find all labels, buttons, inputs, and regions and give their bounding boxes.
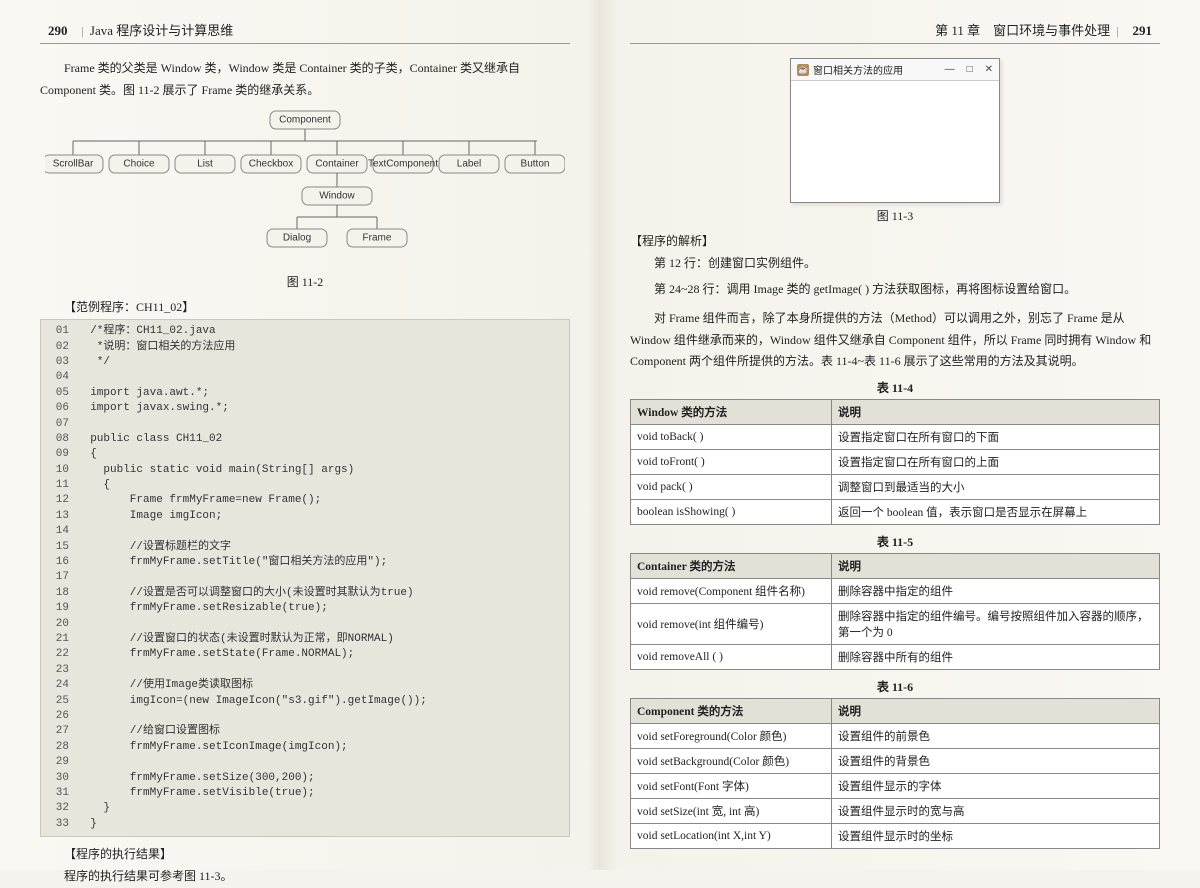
th-desc: 说明 (832, 399, 1160, 424)
code-line: 30 frmMyFrame.setSize(300,200); (47, 771, 563, 786)
code-line: 18 //设置是否可以调整窗口的大小(未设置时其默认为true) (47, 586, 563, 601)
result-label: 【程序的执行结果】 (64, 845, 570, 862)
svg-text:ScrollBar: ScrollBar (53, 159, 94, 170)
code-line: 08 public class CH11_02 (47, 432, 563, 447)
code-line: 12 Frame frmMyFrame=new Frame(); (47, 493, 563, 508)
table-11-5: Container 类的方法说明 void remove(Component 组… (630, 553, 1160, 670)
code-line: 20 (47, 617, 563, 632)
code-line: 06 import javax.swing.*; (47, 401, 563, 416)
page-number: 291 (1133, 23, 1153, 39)
book-title: Java 程序设计与计算思维 (90, 20, 233, 39)
code-line: 02 *说明：窗口相关的方法应用 (47, 340, 563, 355)
close-icon: ✕ (985, 64, 993, 75)
figure-caption-1: 图 11-2 (40, 273, 570, 290)
code-line: 09 { (47, 447, 563, 462)
page-left: 290 | Java 程序设计与计算思维 Frame 类的父类是 Window … (0, 0, 600, 870)
table-row: void toBack( )设置指定窗口在所有窗口的下面 (631, 424, 1160, 449)
header-right: 第 11 章 窗口环境与事件处理 | 291 (630, 20, 1160, 44)
code-line: 27 //给窗口设置图标 (47, 724, 563, 739)
svg-text:Button: Button (521, 159, 550, 170)
svg-text:Checkbox: Checkbox (249, 159, 293, 170)
code-line: 29 (47, 755, 563, 770)
code-line: 21 //设置窗口的状态(未设置时默认为正常，即NORMAL) (47, 632, 563, 647)
th-method: Container 类的方法 (631, 553, 832, 578)
code-line: 04 (47, 370, 563, 385)
result-text: 程序的执行结果可参考图 11-3。 (40, 866, 570, 888)
table-11-4: Window 类的方法说明 void toBack( )设置指定窗口在所有窗口的… (630, 399, 1160, 525)
table-11-6: Component 类的方法说明 void setForeground(Colo… (630, 698, 1160, 849)
svg-text:TextComponent: TextComponent (368, 159, 438, 170)
code-listing: 01 /*程序：CH11_02.java02 *说明：窗口相关的方法应用03 *… (40, 319, 570, 837)
code-line: 11 { (47, 478, 563, 493)
analysis-line-2: 第 24~28 行：调用 Image 类的 getImage( ) 方法获取图标… (630, 279, 1160, 301)
example-label: 【范例程序：CH11_02】 (64, 298, 570, 315)
th-desc: 说明 (832, 698, 1160, 723)
table-row: void setForeground(Color 颜色)设置组件的前景色 (631, 723, 1160, 748)
code-line: 14 (47, 524, 563, 539)
svg-text:Container: Container (315, 159, 359, 170)
svg-text:Choice: Choice (123, 159, 155, 170)
code-line: 19 frmMyFrame.setResizable(true); (47, 601, 563, 616)
window-screenshot: ☕ 窗口相关方法的应用 — □ ✕ (790, 58, 1000, 203)
code-line: 28 frmMyFrame.setIconImage(imgIcon); (47, 740, 563, 755)
code-line: 31 frmMyFrame.setVisible(true); (47, 786, 563, 801)
svg-text:Dialog: Dialog (283, 233, 311, 244)
divider: | (82, 24, 84, 39)
window-titlebar: ☕ 窗口相关方法的应用 — □ ✕ (791, 59, 999, 81)
code-line: 22 frmMyFrame.setState(Frame.NORMAL); (47, 647, 563, 662)
table-caption-6: 表 11-6 (630, 678, 1160, 695)
code-line: 26 (47, 709, 563, 724)
table-row: void setFont(Font 字体)设置组件显示的字体 (631, 773, 1160, 798)
svg-text:Component: Component (279, 115, 331, 126)
divider: | (1116, 24, 1118, 39)
code-line: 33 } (47, 817, 563, 832)
code-line: 32 } (47, 801, 563, 816)
table-row: void setLocation(int X,int Y)设置组件显示时的坐标 (631, 823, 1160, 848)
page-right: 第 11 章 窗口环境与事件处理 | 291 ☕ 窗口相关方法的应用 — □ ✕… (600, 0, 1200, 870)
svg-text:Frame: Frame (363, 233, 392, 244)
figure-caption-2: 图 11-3 (630, 207, 1160, 224)
table-row: void setSize(int 宽, int 高)设置组件显示时的宽与高 (631, 798, 1160, 823)
th-method: Component 类的方法 (631, 698, 832, 723)
header-left: 290 | Java 程序设计与计算思维 (40, 20, 570, 44)
analysis-line-1: 第 12 行：创建窗口实例组件。 (630, 253, 1160, 275)
code-line: 15 //设置标题栏的文字 (47, 540, 563, 555)
code-line: 10 public static void main(String[] args… (47, 463, 563, 478)
page-number: 290 (48, 23, 68, 39)
table-row: void pack( )调整窗口到最适当的大小 (631, 474, 1160, 499)
maximize-icon: □ (967, 64, 973, 75)
hierarchy-diagram: Component ScrollBar Choice List Checkbox Con… (40, 109, 570, 269)
explain-paragraph: 对 Frame 组件而言，除了本身所提供的方法（Method）可以调用之外，别忘… (630, 308, 1160, 373)
code-line: 17 (47, 570, 563, 585)
analysis-label: 【程序的解析】 (630, 232, 1160, 249)
svg-text:Window: Window (319, 191, 355, 202)
table-row: void removeAll ( )删除容器中所有的组件 (631, 644, 1160, 669)
table-row: void remove(int 组件编号)删除容器中指定的组件编号。编号按照组件… (631, 603, 1160, 644)
table-row: void setBackground(Color 颜色)设置组件的背景色 (631, 748, 1160, 773)
table-row: void toFront( )设置指定窗口在所有窗口的上面 (631, 449, 1160, 474)
svg-text:Label: Label (457, 159, 481, 170)
th-desc: 说明 (832, 553, 1160, 578)
table-caption-4: 表 11-4 (630, 379, 1160, 396)
svg-text:List: List (197, 159, 213, 170)
code-line: 24 //使用Image类读取图标 (47, 678, 563, 693)
code-line: 03 */ (47, 355, 563, 370)
table-caption-5: 表 11-5 (630, 533, 1160, 550)
intro-paragraph: Frame 类的父类是 Window 类，Window 类是 Container… (40, 58, 570, 101)
code-line: 13 Image imgIcon; (47, 509, 563, 524)
coffee-icon: ☕ (797, 64, 809, 76)
chapter-title: 第 11 章 窗口环境与事件处理 (935, 20, 1110, 39)
window-title: 窗口相关方法的应用 (813, 62, 945, 77)
code-line: 16 frmMyFrame.setTitle("窗口相关方法的应用"); (47, 555, 563, 570)
table-row: void remove(Component 组件名称)删除容器中指定的组件 (631, 578, 1160, 603)
th-method: Window 类的方法 (631, 399, 832, 424)
code-line: 25 imgIcon=(new ImageIcon("s3.gif").getI… (47, 694, 563, 709)
table-row: boolean isShowing( )返回一个 boolean 值，表示窗口是… (631, 499, 1160, 524)
code-line: 07 (47, 417, 563, 432)
code-line: 01 /*程序：CH11_02.java (47, 324, 563, 339)
minimize-icon: — (945, 64, 955, 75)
code-line: 05 import java.awt.*; (47, 386, 563, 401)
code-line: 23 (47, 663, 563, 678)
